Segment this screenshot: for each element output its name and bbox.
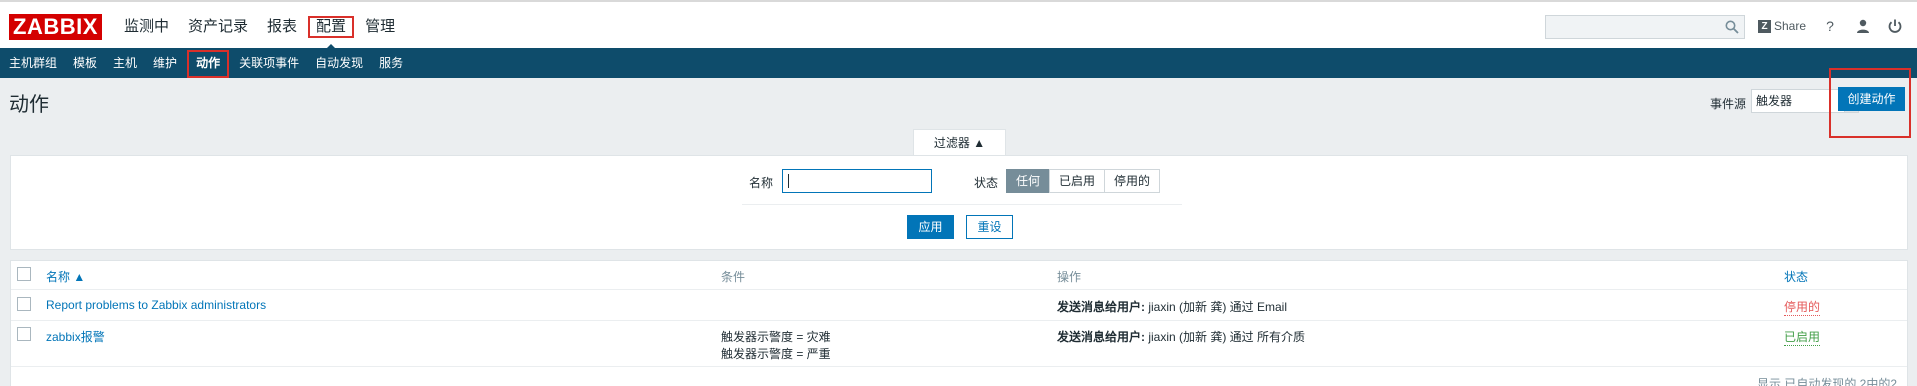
submenu-event-correlation[interactable]: 关联项事件 bbox=[231, 48, 307, 78]
action-status-toggle[interactable]: 停用的 bbox=[1784, 298, 1821, 316]
filter-name-input[interactable] bbox=[782, 169, 932, 193]
search-icon[interactable] bbox=[1725, 20, 1739, 34]
create-action-button[interactable]: 创建动作 bbox=[1838, 87, 1905, 111]
share-label: Share bbox=[1774, 19, 1807, 33]
column-header-conditions: 条件 bbox=[721, 270, 746, 284]
menu-inventory[interactable]: 资产记录 bbox=[180, 16, 256, 38]
action-name-link[interactable]: zabbix报警 bbox=[46, 328, 105, 345]
operation-detail: jiaxin (加新 龚) 通过 Email bbox=[1145, 300, 1288, 314]
menu-configuration[interactable]: 配置 bbox=[308, 16, 355, 50]
share-button[interactable]: Z Share bbox=[1758, 19, 1806, 33]
event-source-value: 触发器 bbox=[1756, 94, 1793, 108]
menu-administration[interactable]: 管理 bbox=[357, 16, 403, 38]
top-bar: ZABBIX 监测中 资产记录 报表 配置 管理 Z Share ? bbox=[0, 0, 1917, 50]
menu-reports[interactable]: 报表 bbox=[259, 16, 305, 38]
zabbix-share-icon: Z bbox=[1758, 19, 1771, 33]
submenu-actions[interactable]: 动作 bbox=[187, 49, 230, 78]
row-divider bbox=[11, 320, 1907, 321]
user-profile-icon[interactable] bbox=[1855, 18, 1871, 34]
filter-divider bbox=[742, 204, 1182, 205]
filter-name-label: 名称 bbox=[749, 176, 774, 190]
select-all-checkbox[interactable] bbox=[17, 267, 31, 281]
action-name-link[interactable]: Report problems to Zabbix administrators bbox=[46, 298, 266, 312]
operation-label: 发送消息给用户: bbox=[1057, 330, 1145, 344]
action-condition: 触发器示警度 = 灾难 bbox=[721, 330, 831, 344]
sub-menu: 主机群组 模板 主机 维护 动作 关联项事件 自动发现 服务 bbox=[0, 48, 1917, 78]
row-checkbox[interactable] bbox=[17, 327, 31, 341]
main-menu: 监测中 资产记录 报表 配置 管理 bbox=[116, 16, 406, 50]
header-divider bbox=[11, 289, 1907, 290]
menu-monitoring[interactable]: 监测中 bbox=[116, 16, 177, 38]
column-header-operations: 操作 bbox=[1057, 270, 1082, 284]
row-checkbox[interactable] bbox=[17, 297, 31, 311]
sign-out-power-icon[interactable] bbox=[1887, 18, 1903, 34]
filter-tab[interactable]: 过滤器 ▲ bbox=[913, 129, 1006, 156]
action-operation: 发送消息给用户: jiaxin (加新 龚) 通过 Email bbox=[1057, 298, 1287, 315]
submenu-discovery[interactable]: 自动发现 bbox=[307, 48, 371, 78]
submenu-templates[interactable]: 模板 bbox=[65, 48, 105, 78]
submenu-maintenance[interactable]: 维护 bbox=[145, 48, 185, 78]
submenu-services[interactable]: 服务 bbox=[371, 48, 411, 78]
help-icon[interactable]: ? bbox=[1822, 18, 1838, 34]
operation-detail: jiaxin (加新 龚) 通过 所有介质 bbox=[1145, 330, 1306, 344]
filter-status-label: 状态 bbox=[974, 176, 999, 190]
status-option-any[interactable]: 任何 bbox=[1006, 169, 1051, 193]
operation-label: 发送消息给用户: bbox=[1057, 300, 1145, 314]
action-condition: 触发器示警度 = 严重 bbox=[721, 347, 831, 361]
event-source-label: 事件源 bbox=[1710, 97, 1747, 111]
column-header-name[interactable]: 名称 ▲ bbox=[46, 268, 85, 285]
action-operation: 发送消息给用户: jiaxin (加新 龚) 通过 所有介质 bbox=[1057, 328, 1305, 345]
filter-reset-button[interactable]: 重设 bbox=[966, 215, 1013, 239]
submenu-host-groups[interactable]: 主机群组 bbox=[1, 48, 65, 78]
submenu-hosts[interactable]: 主机 bbox=[105, 48, 145, 78]
filter-panel bbox=[10, 155, 1908, 250]
zabbix-logo[interactable]: ZABBIX bbox=[9, 14, 102, 40]
status-option-enabled[interactable]: 已启用 bbox=[1049, 169, 1106, 193]
status-option-disabled[interactable]: 停用的 bbox=[1104, 169, 1161, 193]
filter-apply-button[interactable]: 应用 bbox=[907, 215, 954, 239]
row-divider bbox=[11, 366, 1907, 367]
filter-status-segmented: 任何 已启用 停用的 bbox=[1006, 169, 1161, 193]
column-header-status[interactable]: 状态 bbox=[1784, 268, 1808, 285]
search-input[interactable] bbox=[1545, 15, 1745, 39]
actions-table bbox=[10, 260, 1908, 386]
action-status-toggle[interactable]: 已启用 bbox=[1784, 328, 1821, 346]
page-title: 动作 bbox=[9, 94, 49, 116]
text-caret bbox=[788, 174, 789, 188]
table-footer-count: 显示 已自动发现的 2中的2 bbox=[1757, 377, 1898, 386]
